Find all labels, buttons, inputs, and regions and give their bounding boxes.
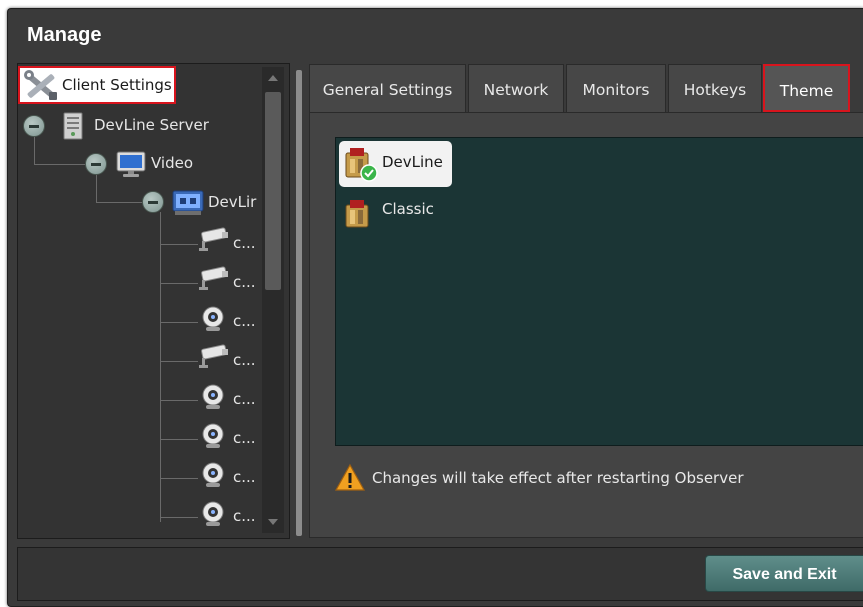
theme-item-classic[interactable]: Classic [339,190,452,236]
collapse-toggle-icon[interactable] [85,153,107,175]
save-and-exit-button[interactable]: Save and Exit [705,555,863,592]
tab-monitors[interactable]: Monitors [566,64,666,112]
server-icon [63,112,83,140]
webcam-icon [202,462,224,487]
tree-item-client-settings[interactable]: Client Settings [18,66,176,104]
tab-general-settings[interactable]: General Settings [309,64,466,112]
window-title: Manage [27,24,102,46]
tab-theme[interactable]: Theme [763,64,850,112]
tools-icon [24,70,57,100]
dvr-icon [172,190,204,215]
tree-item-camera[interactable]: c... [233,351,256,369]
webcam-icon [202,501,224,526]
theme-item-devline[interactable]: DevLine [339,141,452,187]
webcam-icon [202,306,224,331]
webcam-icon [202,423,224,448]
theme-icon [345,148,378,182]
tab-network[interactable]: Network [468,64,564,112]
scrollbar-thumb[interactable] [265,92,281,290]
camera-icon [199,227,228,251]
webcam-icon [202,384,224,409]
tree-item-camera[interactable]: c... [233,507,256,525]
tree-scrollbar[interactable] [262,67,284,533]
scroll-down-icon[interactable] [268,519,278,525]
scroll-up-icon[interactable] [268,75,278,81]
panel-splitter[interactable] [296,70,302,536]
tree-item-label: Client Settings [62,76,172,94]
warning-icon [334,463,366,491]
tree-item-devline-server[interactable]: DevLine Server [94,116,209,134]
tree-item-camera[interactable]: c... [233,234,256,252]
tree-item-devlir[interactable]: DevLir [208,193,256,211]
monitor-icon [116,151,146,177]
tree-item-video[interactable]: Video [151,154,193,172]
collapse-toggle-icon[interactable] [142,191,164,213]
tree-item-camera[interactable]: c... [233,273,256,291]
theme-icon [345,200,369,228]
theme-item-label: DevLine [382,153,443,171]
tab-hotkeys[interactable]: Hotkeys [668,64,762,112]
tree-item-camera[interactable]: c... [233,429,256,447]
restart-warning-text: Changes will take effect after restartin… [372,469,744,487]
theme-item-label: Classic [382,200,434,218]
camera-icon [199,266,228,290]
tree-item-camera[interactable]: c... [233,468,256,486]
collapse-toggle-icon[interactable] [23,115,45,137]
tree-item-camera[interactable]: c... [233,390,256,408]
camera-icon [199,344,228,368]
tree-item-camera[interactable]: c... [233,312,256,330]
